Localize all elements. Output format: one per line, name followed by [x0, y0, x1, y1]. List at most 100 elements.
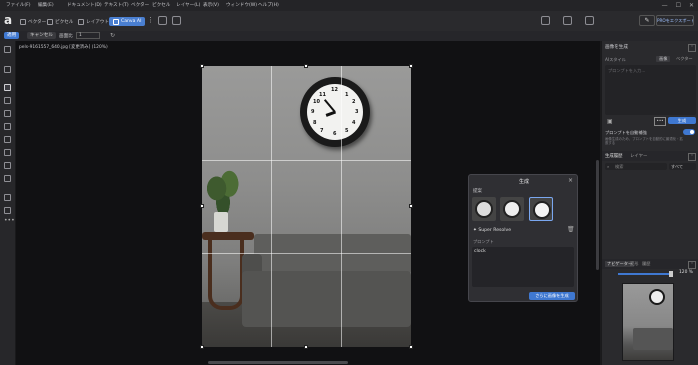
zoom-slider[interactable] [618, 273, 670, 275]
prompt-placeholder: プロンプトを入力... [608, 68, 646, 73]
close-window-icon[interactable]: ✕ [689, 2, 694, 9]
crop-handle[interactable] [409, 345, 413, 349]
close-icon[interactable]: × [568, 177, 573, 184]
super-resolve-label[interactable]: ✦ Super Resolve [473, 228, 511, 233]
photo-canvas[interactable]: 12 3 6 9 1 2 4 5 7 8 10 11 [202, 66, 411, 347]
window-controls: — ☐ ✕ [662, 1, 694, 10]
zoom-value: 120 % [679, 270, 693, 275]
more-tools-icon[interactable]: ••• [4, 217, 15, 224]
vertical-scrollbar[interactable] [596, 160, 599, 270]
fill-tool-icon[interactable] [4, 149, 11, 156]
select-tool-icon[interactable] [4, 66, 11, 73]
mode-vector[interactable]: ベクター [20, 17, 46, 26]
prompt-textarea[interactable]: clock [472, 247, 574, 287]
export-pro-button[interactable]: PROをエクスポート [656, 15, 694, 26]
crop-handle[interactable] [409, 64, 413, 68]
menu-file[interactable]: ファイル(F) [6, 2, 31, 8]
horizontal-scrollbar[interactable] [208, 361, 348, 364]
crop-icon[interactable] [158, 16, 167, 25]
tab-image[interactable]: 画像 [656, 56, 671, 62]
link-icon[interactable] [585, 16, 594, 25]
history-filter-select[interactable]: すべて [669, 163, 696, 170]
crop-handle[interactable] [304, 64, 308, 68]
move-tool-icon[interactable] [4, 46, 11, 53]
tool-sidebar: ••• [0, 41, 16, 365]
text-tool-icon[interactable] [4, 123, 11, 130]
reset-icon[interactable]: ↻ [110, 32, 115, 39]
history-search-input[interactable]: ⌕ 検索 [605, 163, 667, 170]
crop-handle[interactable] [200, 204, 204, 208]
chevron-down-icon[interactable]: ˅ [688, 44, 696, 52]
auto-enhance-label: プロンプトを自動補強 [605, 130, 647, 135]
menu-view[interactable]: 表示(V) [203, 2, 219, 8]
auto-enhance-toggle[interactable] [683, 129, 695, 135]
image-upload-icon[interactable]: ▣ [607, 118, 613, 125]
tab-generation-history[interactable]: 生成履歴 [605, 153, 623, 159]
menu-edit[interactable]: 編集(E) [38, 2, 54, 8]
mode-pixel[interactable]: ピクセル [47, 17, 73, 26]
mode-canva-ai[interactable]: Canva AI [109, 17, 146, 26]
result-thumbnail-selected[interactable] [529, 197, 553, 221]
pen-tool-icon[interactable] [4, 162, 11, 169]
hand-tool-icon[interactable] [4, 194, 11, 201]
document-tab[interactable]: pels-9161557_640.jpg [変更済み] (120%) [19, 44, 108, 50]
brush-icon [47, 18, 53, 25]
maximize-icon[interactable]: ☐ [676, 2, 681, 9]
navigator-thumbnail[interactable] [622, 283, 674, 361]
cancel-button[interactable]: キャンセル [27, 32, 56, 39]
plant-image [207, 170, 239, 216]
eyedropper-tool-icon[interactable] [4, 175, 11, 182]
image-icon[interactable] [563, 16, 572, 25]
menu-vector[interactable]: ベクター [131, 2, 149, 8]
more-options-icon[interactable]: ⋮ [147, 16, 154, 24]
auto-enhance-description: 画像生成のため、プロンプトを自動的に最適化・拡張する [605, 137, 683, 145]
menu-pixel[interactable]: ピクセル [152, 2, 170, 8]
zoom-tool-icon[interactable] [4, 207, 11, 214]
menu-document[interactable]: ドキュメント(D) [67, 2, 102, 8]
result-thumbnail[interactable] [472, 197, 496, 221]
ratio-select[interactable]: 1 [76, 32, 100, 39]
chevron-down-icon[interactable]: ˅ [688, 261, 696, 269]
crop-handle[interactable] [200, 64, 204, 68]
context-options-bar: 適用 キャンセル 画面比 ↻ [0, 31, 698, 41]
more-icon[interactable]: ••• [654, 117, 666, 126]
crop-handle[interactable] [409, 204, 413, 208]
main-toolbar: ベクター ピクセル レイアウト Canva AI ⋮ ✎ PROをエクスポート [0, 11, 698, 32]
generate-panel-title: 画像を生成 [605, 45, 628, 50]
pen-tool-icon [20, 18, 26, 25]
generate-more-button[interactable]: さらに画像を生成 [529, 292, 575, 300]
retouch-tool-icon[interactable] [4, 97, 11, 104]
share-icon[interactable]: ✎ [639, 15, 655, 26]
crop-handle[interactable] [200, 345, 204, 349]
chevron-down-icon[interactable]: ˅ [688, 153, 696, 161]
shape-tool-icon[interactable] [4, 110, 11, 117]
tab-vector[interactable]: ベクター [676, 56, 693, 62]
filter-value: すべて [671, 164, 684, 169]
menu-text[interactable]: テキスト(T) [104, 2, 129, 8]
search-icon: ⌕ [607, 164, 610, 169]
generate-button[interactable]: 生成 [668, 117, 696, 124]
tab-layers[interactable]: レイヤー [630, 153, 647, 159]
crop-handle[interactable] [304, 345, 308, 349]
generate-dialog: 生成 × 提案 ✦ Super Resolve 🗑 プロンプト clock さら… [468, 174, 578, 302]
mode-layout[interactable]: レイアウト [78, 17, 109, 26]
menu-help[interactable]: ヘルプ(H) [258, 2, 279, 8]
minimize-icon[interactable]: — [662, 2, 668, 9]
tab-history[interactable]: 履歴 [642, 261, 650, 267]
export-icon[interactable] [541, 16, 550, 25]
zoom-slider-thumb[interactable] [669, 271, 673, 277]
crop-grid-line [271, 66, 272, 347]
prompt-input[interactable]: プロンプトを入力... [605, 65, 696, 115]
menu-bar: ファイル(F) 編集(E) ドキュメント(D) テキスト(T) ベクター ピクセ… [0, 0, 698, 11]
crop-tool-icon[interactable] [4, 84, 11, 91]
brush-tool-icon[interactable] [4, 136, 11, 143]
tab-transform[interactable]: 変形 [630, 261, 638, 267]
menu-window[interactable]: ウィンドウ(W) [226, 2, 257, 8]
result-thumbnail[interactable] [500, 197, 524, 221]
style-label: AIスタイル [605, 57, 626, 62]
menu-layer[interactable]: レイヤー(L) [176, 2, 200, 8]
trash-icon[interactable]: 🗑 [567, 226, 575, 233]
apply-button[interactable]: 適用 [4, 32, 20, 39]
side-table-leg-image [208, 238, 244, 310]
transform-icon[interactable] [172, 16, 181, 25]
